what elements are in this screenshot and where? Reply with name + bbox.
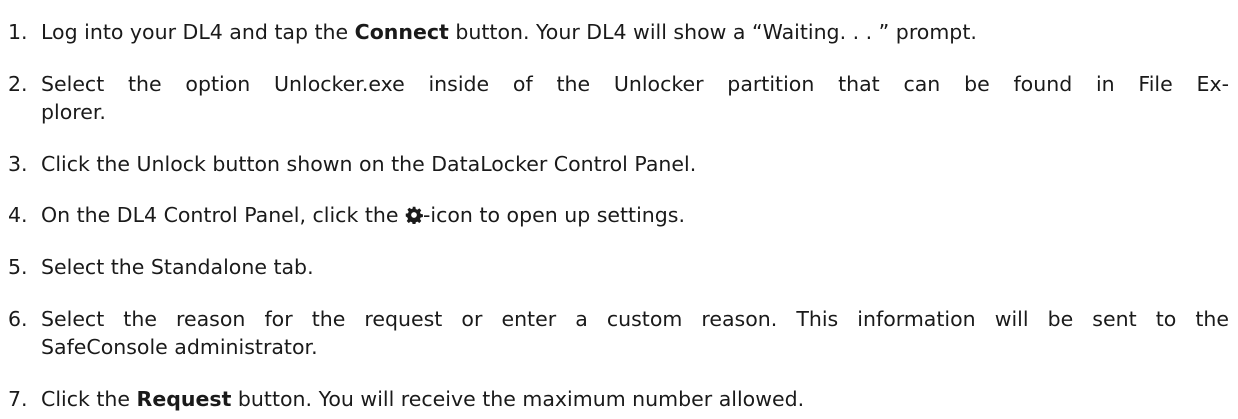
step-text-part: button. You will receive the maximum num… [231, 387, 805, 411]
step-number: 4. [8, 203, 28, 227]
step-text-part: button. Your DL4 will show a “Waiting. .… [448, 20, 977, 44]
step-text-part: On the DL4 Control Panel, click the [41, 203, 406, 227]
step-text: Select the reason for the request or ent… [41, 305, 1229, 361]
step-text-line: Select the reason for the request or ent… [41, 307, 1229, 331]
step-number: 7. [8, 387, 28, 411]
step-text-part: -icon to open up settings. [423, 203, 685, 227]
gear-icon [405, 206, 423, 224]
step-text-part: Click the [41, 387, 137, 411]
step-number: 6. [8, 307, 28, 331]
step-text-line: Select the option Unlocker.exe inside of… [41, 72, 1229, 96]
step-text: On the DL4 Control Panel, click the -ico… [41, 201, 1229, 229]
step-number: 3. [8, 152, 28, 176]
step-text: Select the Standalone tab. [41, 255, 314, 279]
connect-keyword: Connect [354, 20, 449, 44]
step-number: 1. [8, 20, 28, 44]
step-text: Log into your DL4 and tap the Connect bu… [41, 18, 1229, 46]
step-text-line: SafeConsole administrator. [41, 335, 318, 359]
step-number: 2. [8, 72, 28, 96]
step-text: Click the Request button. You will recei… [41, 385, 1229, 413]
step-text: Click the Unlock button shown on the Dat… [41, 152, 697, 176]
step-text: Select the option Unlocker.exe inside of… [41, 70, 1229, 126]
request-keyword: Request [136, 387, 232, 411]
step-text-part: Log into your DL4 and tap the [41, 20, 355, 44]
step-number: 5. [8, 255, 28, 279]
step-text-line: plorer. [41, 100, 106, 124]
